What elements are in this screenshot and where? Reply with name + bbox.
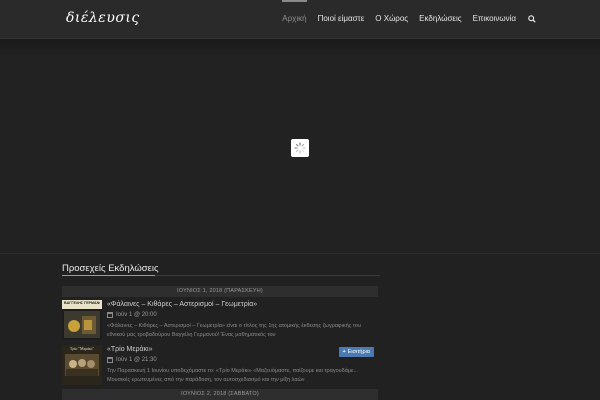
event-title-link[interactable]: «Φάλαινες – Κιθάρες – Αστερισμοί – Γεωμε… [107, 301, 257, 308]
site-header: διέλευσις Αρχική Ποιοί είμαστε Ο Χώρος Ε… [0, 0, 600, 39]
calendar-icon [107, 357, 113, 363]
site-logo[interactable]: διέλευσις [66, 10, 140, 26]
event-title-link[interactable]: «Τρίο Μεράκι» [107, 346, 152, 353]
event-description: Την Παρασκευή 1 Ιουνίου υποδεχόμαστε το:… [107, 368, 359, 383]
hero-divider [0, 253, 600, 254]
event-time: Ιούν 1 @ 20:00 [116, 312, 157, 318]
nav-item-venue[interactable]: Ο Χώρος [375, 0, 408, 38]
event-item: Τρίο "Μεράκι" «Τρίο Μεράκι» Ιούν 1 @ 21:… [62, 345, 378, 387]
event-datetime: Ιούν 1 @ 21:30 [107, 357, 157, 363]
thumb-caption: Τρίο "Μεράκι" [69, 346, 95, 351]
main-nav: Αρχική Ποιοί είμαστε Ο Χώρος Εκδηλώσεις … [271, 0, 536, 38]
nav-item-home[interactable]: Αρχική [282, 0, 307, 38]
plus-icon: + [342, 349, 346, 355]
section-rule-accent [62, 275, 155, 276]
thumb-caption: ΒΑΓΓΕΛΗΣ ΓΕΡΜΑΝΟΣ [64, 301, 100, 305]
spinner-icon [291, 139, 309, 157]
search-icon[interactable] [527, 0, 536, 38]
event-thumbnail[interactable]: Τρίο "Μεράκι" [62, 345, 102, 385]
section-title: Προσεχείς Εκδηλώσεις [62, 263, 159, 274]
event-description: «Φάλαινες – Κιθάρες – Αστερισμοί – Γεωμε… [107, 323, 361, 338]
tickets-label: Εισιτήρια [347, 349, 370, 355]
tickets-button[interactable]: + Εισιτήρια [338, 347, 374, 357]
date-header: ΙΟΥΝΙΟΣ 1, 2018 (ΠΑΡΑΣΚΕΥΗ) [62, 286, 378, 297]
calendar-icon [107, 312, 113, 318]
date-header: ΙΟΥΝΙΟΣ 2, 2018 (ΣΑΒΒΑΤΟ) [62, 389, 378, 400]
event-item: ΒΑΓΓΕΛΗΣ ΓΕΡΜΑΝΟΣ «Φάλαινες – Κιθάρες – … [62, 300, 378, 342]
nav-item-contact[interactable]: Επικοινωνία [473, 0, 516, 38]
nav-item-about[interactable]: Ποιοί είμαστε [318, 0, 365, 38]
header-shadow [0, 39, 600, 57]
event-datetime: Ιούν 1 @ 20:00 [107, 312, 157, 318]
event-thumbnail[interactable]: ΒΑΓΓΕΛΗΣ ΓΕΡΜΑΝΟΣ [62, 300, 102, 340]
nav-item-events[interactable]: Εκδηλώσεις [419, 0, 461, 38]
event-time: Ιούν 1 @ 21:30 [116, 357, 157, 363]
